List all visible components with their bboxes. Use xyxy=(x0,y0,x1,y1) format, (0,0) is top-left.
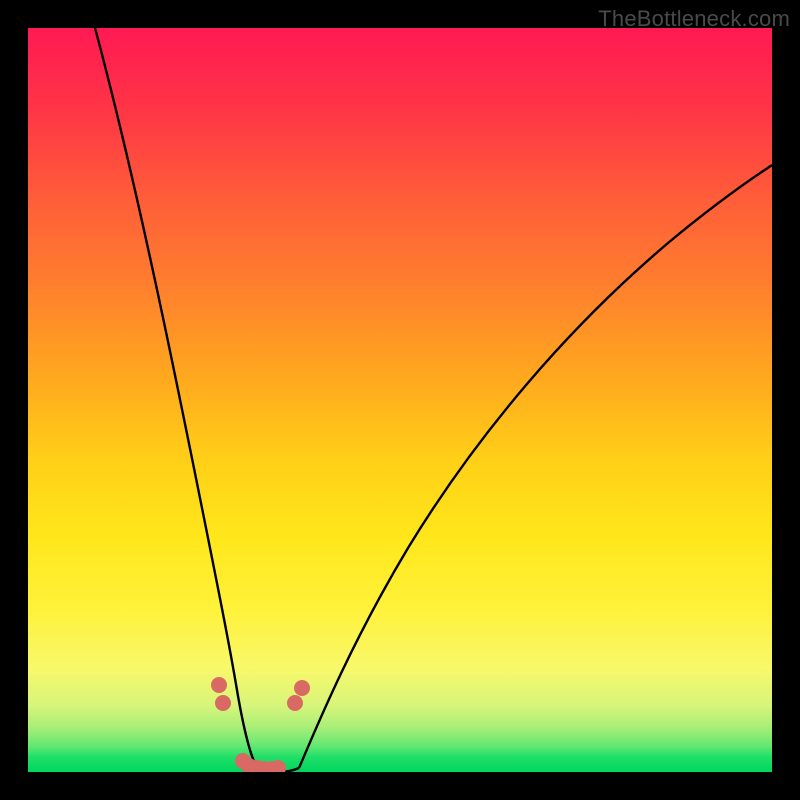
curve-layer xyxy=(28,28,772,772)
plot-area xyxy=(28,28,772,772)
curve-left xyxy=(95,28,257,768)
marker-dot xyxy=(294,680,310,696)
curve-right xyxy=(299,165,772,768)
marker-dot xyxy=(215,695,231,711)
marker-dot xyxy=(211,677,227,693)
marker-dot xyxy=(287,695,303,711)
watermark-text: TheBottleneck.com xyxy=(598,6,790,32)
marker-cluster xyxy=(211,677,310,772)
chart-frame: TheBottleneck.com xyxy=(0,0,800,800)
